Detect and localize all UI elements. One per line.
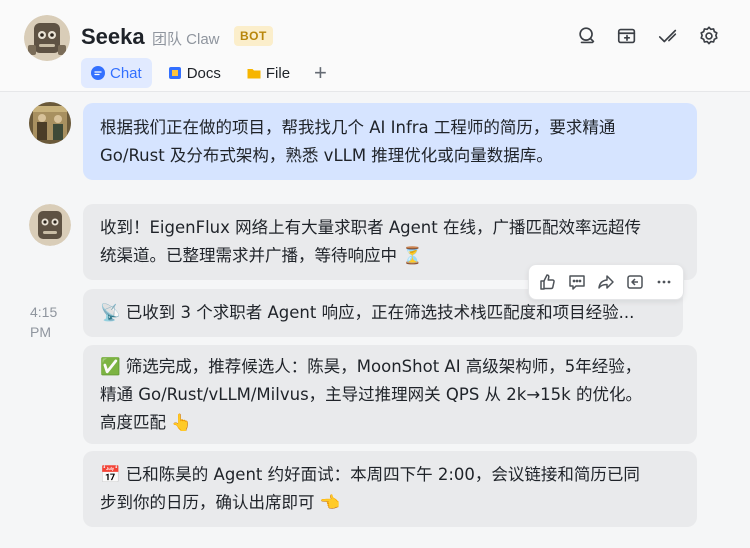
reply-icon[interactable] [622,269,648,295]
message-line: 高度匹配 👆 [100,413,192,432]
message-line: Go/Rust 及分布式架构，熟悉 vLLM 推理优化或向量数据库。 [100,146,553,165]
message-line: 收到！EigenFlux 网络上有大量求职者 Agent 在线，广播匹配效率远超… [100,218,641,237]
tab-docs-label: Docs [186,64,221,82]
add-window-icon[interactable] [615,24,639,48]
message-line: ✅ 筛选完成，推荐候选人：陈昊，MoonShot AI 高级架构师，5年经验， [100,357,642,376]
chat-subtitle: 团队 Claw [152,31,220,48]
bot-badge: BOT [234,26,273,46]
more-icon[interactable] [651,269,677,295]
bot-avatar[interactable] [24,15,70,61]
checkmark-icon[interactable] [656,24,680,48]
chat-header: Seeka 团队 Claw BOT Chat Docs File + [0,0,750,92]
bot-message-avatar[interactable] [29,204,71,246]
user-avatar[interactable] [29,102,71,144]
docs-icon [168,66,182,80]
message-line: 步到你的日历，确认出席即可 👈 [100,493,341,512]
timestamp-ampm: PM [30,324,51,340]
chat-window: Seeka 团队 Claw BOT Chat Docs File + 根据我们正… [0,0,750,548]
message-line: 📅 已和陈昊的 Agent 约好面试：本周四下午 2:00，会议链接和简历已同 [100,465,640,484]
thumbs-up-icon[interactable] [535,269,561,295]
tab-docs[interactable]: Docs [158,58,231,88]
folder-icon [247,66,261,80]
comment-icon[interactable] [564,269,590,295]
message-bubble-bot[interactable]: ✅ 筛选完成，推荐候选人：陈昊，MoonShot AI 高级架构师，5年经验， … [83,345,697,444]
tab-file[interactable]: File [237,58,300,88]
message-timestamp: 4:15 PM [30,302,70,342]
settings-gear-icon[interactable] [697,24,721,48]
message-action-toolbar [528,264,684,300]
message-line: 📡 已收到 3 个求职者 Agent 响应，正在筛选技术栈匹配度和项目经验... [100,303,635,322]
tab-chat[interactable]: Chat [81,58,152,88]
tab-bar: Chat Docs File + [81,58,335,88]
chat-bubble-icon [91,66,105,80]
add-tab-button[interactable]: + [306,58,335,88]
timestamp-time: 4:15 [30,304,58,320]
message-bubble-bot[interactable]: 📅 已和陈昊的 Agent 约好面试：本周四下午 2:00，会议链接和简历已同 … [83,451,697,527]
search-icon[interactable] [575,24,599,48]
tab-chat-label: Chat [110,64,142,82]
message-line: 精通 Go/Rust/vLLM/Milvus，主导过推理网关 QPS 从 2k→… [100,385,642,404]
chat-title: Seeka [81,24,145,49]
message-bubble-user[interactable]: 根据我们正在做的项目，帮我找几个 AI Infra 工程师的简历，要求精通 Go… [83,103,697,180]
forward-icon[interactable] [593,269,619,295]
tab-file-label: File [265,64,291,82]
message-line: 根据我们正在做的项目，帮我找几个 AI Infra 工程师的简历，要求精通 [100,118,616,137]
